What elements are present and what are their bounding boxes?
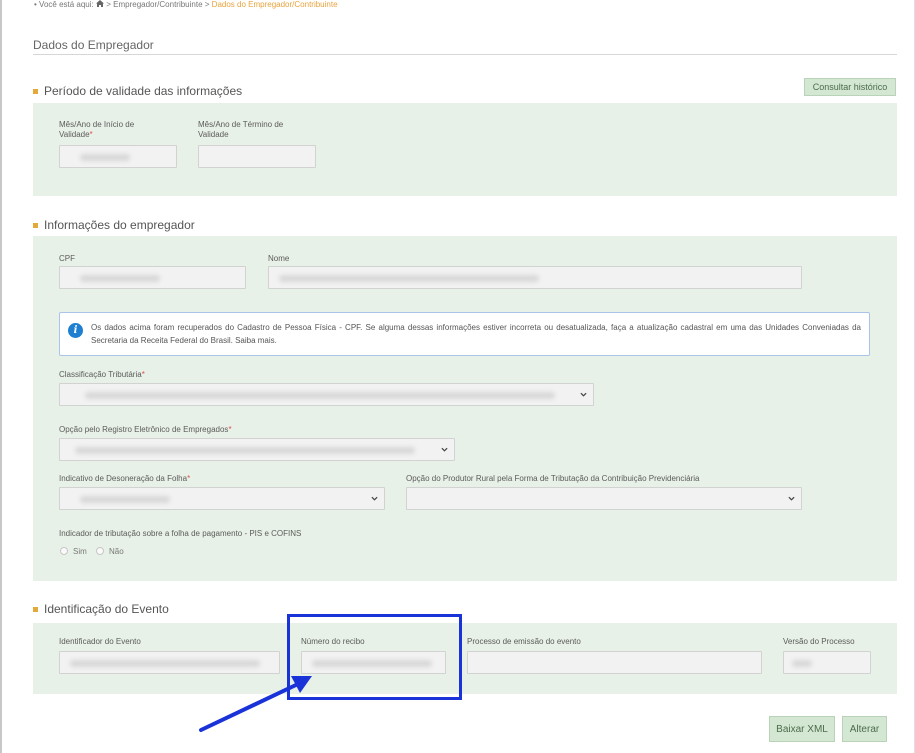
breadcrumb-bullet: • (34, 0, 37, 9)
download-xml-button[interactable]: Baixar XML (769, 716, 835, 742)
section-title-text: Informações do empregador (44, 218, 195, 232)
section-title-event: Identificação do Evento (33, 602, 169, 616)
breadcrumb-item-employer[interactable]: Empregador/Contribuinte (113, 0, 202, 9)
cpf-label: CPF (59, 254, 75, 263)
breadcrumb-current: Dados do Empregador/Contribuinte (211, 0, 338, 9)
process-version-label: Versão do Processo (783, 637, 855, 646)
section-bullet (33, 88, 38, 94)
pis-cofins-yes-label: Sim (73, 547, 87, 556)
name-input[interactable] (268, 266, 802, 289)
cpf-info-text: Os dados acima foram recuperados do Cada… (91, 323, 861, 345)
process-version-input[interactable] (783, 651, 871, 674)
edit-button[interactable]: Alterar (842, 716, 887, 742)
rural-producer-label: Opção do Produtor Rural pela Forma de Tr… (406, 474, 700, 483)
chevron-down-icon (441, 447, 448, 452)
annotation-highlight-box (287, 614, 462, 700)
payroll-relief-select[interactable] (59, 487, 385, 510)
section-title-validity: Período de validade das informações (33, 84, 242, 98)
event-id-input[interactable] (59, 651, 280, 674)
emission-process-input[interactable] (467, 651, 762, 674)
pis-cofins-no-label: Não (109, 547, 124, 556)
page-title: Dados do Empregador (33, 38, 154, 52)
pis-cofins-yes-radio[interactable] (60, 547, 68, 555)
pis-cofins-label: Indicador de tributação sobre a folha de… (59, 529, 302, 538)
section-title-employer: Informações do empregador (33, 218, 195, 232)
chevron-down-icon (371, 496, 378, 501)
payroll-relief-label: Indicativo de Desoneração da Folha* (59, 474, 191, 483)
section-title-text: Identificação do Evento (44, 602, 169, 616)
tax-class-label: Classificação Tributária* (59, 370, 145, 379)
info-icon: i (68, 323, 83, 338)
breadcrumb-prefix: Você está aqui: (39, 0, 94, 9)
breadcrumb: • Você está aqui: > Empregador/Contribui… (34, 0, 338, 10)
rural-producer-select[interactable] (406, 487, 802, 510)
start-validity-label: Mês/Ano de Início de Validade* (59, 120, 135, 139)
left-border (0, 0, 2, 753)
history-button[interactable]: Consultar histórico (804, 78, 896, 96)
emission-process-label: Processo de emissão do evento (467, 637, 581, 646)
breadcrumb-separator: > (204, 0, 210, 9)
cpf-input[interactable] (59, 266, 246, 289)
start-validity-input[interactable] (59, 145, 177, 168)
electronic-registry-label: Opção pelo Registro Eletrônico de Empreg… (59, 425, 232, 434)
section-bullet (33, 606, 38, 612)
chevron-down-icon (788, 496, 795, 501)
name-label: Nome (268, 254, 290, 263)
chevron-down-icon (580, 392, 587, 397)
home-icon[interactable] (96, 0, 104, 7)
cpf-info-alert: i Os dados acima foram recuperados do Ca… (59, 312, 870, 356)
electronic-registry-select[interactable] (59, 438, 455, 461)
title-divider (33, 54, 897, 55)
pis-cofins-no-radio[interactable] (96, 547, 104, 555)
section-title-text: Período de validade das informações (44, 84, 243, 98)
tax-class-select[interactable] (59, 383, 594, 406)
end-validity-label: Mês/Ano de Término de Validade (198, 120, 284, 139)
event-id-label: Identificador do Evento (59, 637, 141, 646)
breadcrumb-separator: > (106, 0, 111, 9)
section-bullet (33, 222, 38, 228)
end-validity-input[interactable] (198, 145, 316, 168)
